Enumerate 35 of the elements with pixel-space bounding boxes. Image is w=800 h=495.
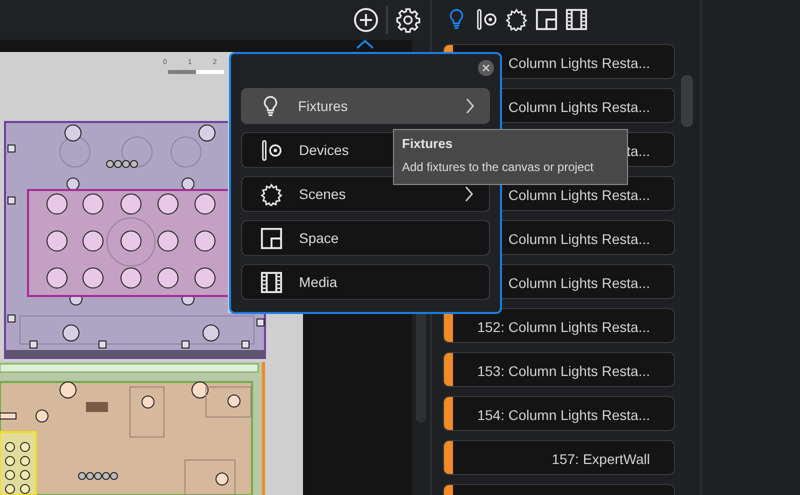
close-button[interactable] [478,60,494,76]
library-tab[interactable] [564,6,588,32]
film-strip-icon [260,270,283,294]
starburst-icon [260,182,283,206]
film-strip-icon [564,8,588,30]
menu-item[interactable]: Fixtures [241,88,490,124]
fixture-name: Column Lights Resta... [508,54,650,73]
fixture-list-item[interactable]: 153: Column Lights Resta... [443,352,675,387]
tooltip-title: Fixtures [402,136,454,152]
library-tab[interactable] [474,6,498,32]
fixture-list-item[interactable]: 154: Column Lights Resta... [443,396,675,431]
fixture-name: Column Lights Resta... [508,98,650,117]
library-tab[interactable] [534,6,558,32]
fixture-name: 154: Column Lights Resta... [477,406,650,425]
menu-item[interactable]: Space [241,220,490,256]
fixture-name: 153: Column Lights Resta... [477,362,650,381]
fixture-name: 152: Column Lights Resta... [477,318,650,337]
add-button[interactable] [352,6,380,34]
close-icon [482,64,490,72]
fixture-name: Column Lights Resta... [508,186,650,205]
library-tab[interactable] [504,6,528,32]
menu-item[interactable]: Media [241,264,490,300]
fixture-name: Column Lights Resta... [508,230,650,249]
menu-item[interactable]: Scenes [241,176,490,212]
starburst-icon [504,8,528,30]
slider-dial-icon [474,8,498,30]
fixture-name: 157: ExpertWall [552,450,650,469]
fixture-list-item[interactable]: 152: Column Lights Resta... [443,308,675,343]
floor-plan-icon [260,226,283,250]
floor-plan-icon [534,8,558,30]
scrollbar-thumb[interactable] [681,75,693,127]
settings-button[interactable] [394,6,422,34]
fixture-name: Column Lights Resta... [508,274,650,293]
slider-dial-icon [260,138,283,162]
fixture-list-item[interactable]: 157: ExpertWall [443,440,675,475]
